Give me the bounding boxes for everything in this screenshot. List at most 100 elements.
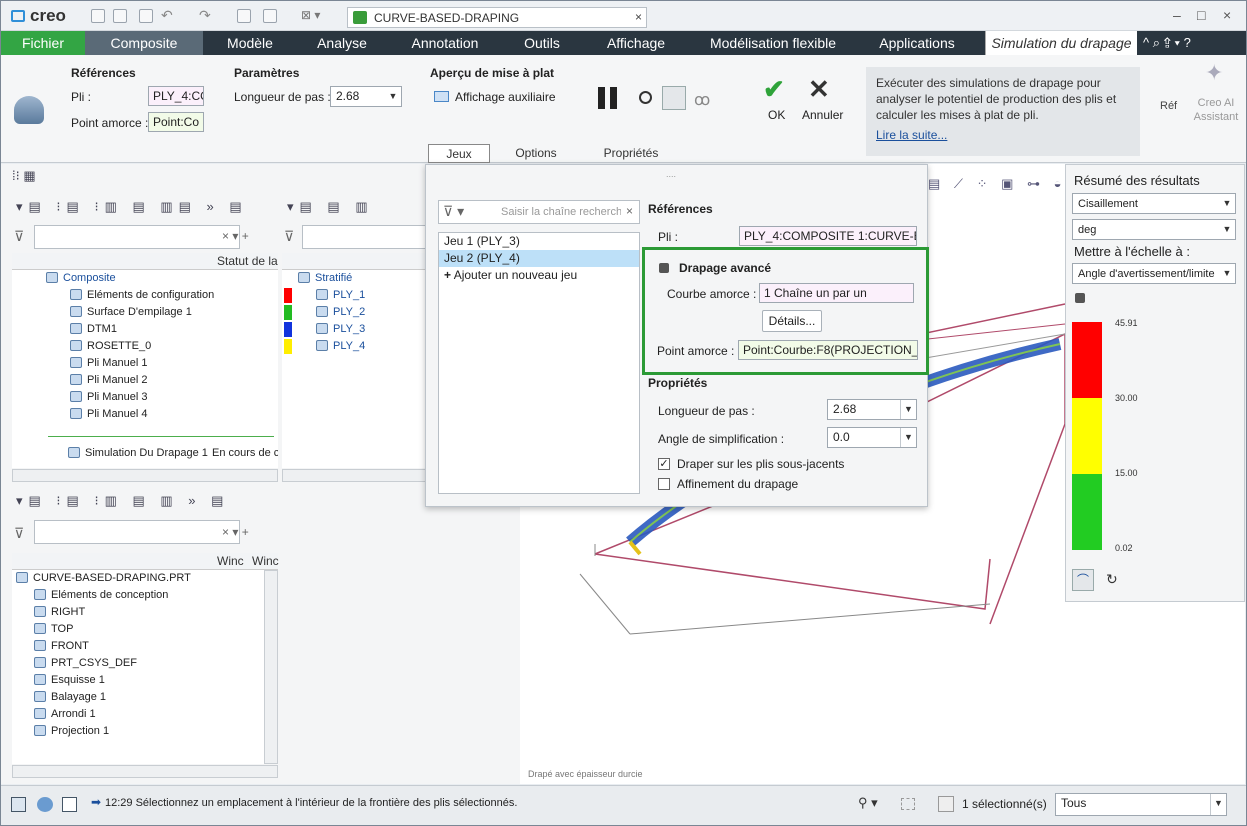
clear-search-icon[interactable]: × xyxy=(626,204,633,218)
stack-filter-icon[interactable]: ⊽ xyxy=(284,228,294,245)
model-tree-item[interactable]: PRT_CSYS_DEF xyxy=(12,655,264,672)
refresh-icon[interactable]: ↻ xyxy=(1106,571,1118,588)
set-search[interactable]: ⊽ ▾ Saisir la chaîne recherche × xyxy=(438,200,640,224)
angle-combo[interactable]: 0.0 ▼ xyxy=(827,427,917,448)
subtab-jeux[interactable]: Jeux xyxy=(428,144,490,163)
courbe-input[interactable]: 1 Chaîne un par un xyxy=(759,283,914,303)
subtab-options[interactable]: Options xyxy=(505,144,567,163)
dialog-longueur-combo[interactable]: 2.68 ▼ xyxy=(827,399,917,420)
browser-icon[interactable] xyxy=(37,797,53,812)
details-button[interactable]: Détails... xyxy=(762,310,822,332)
box-select-icon[interactable] xyxy=(901,798,915,810)
tab-applications[interactable]: Applications xyxy=(865,31,969,55)
new-file-icon[interactable] xyxy=(91,9,105,23)
model-tree-item[interactable]: FRONT xyxy=(12,638,264,655)
close-window-icon[interactable]: ⊠ ▾ xyxy=(301,8,320,22)
annuler-button[interactable]: Annuler xyxy=(802,108,843,122)
tab-composite[interactable]: Composite xyxy=(85,31,203,55)
ok-check-icon[interactable]: ✔ xyxy=(763,74,785,105)
graphics-toolbar[interactable]: ▤ ⟋ ⁘ ▣ ⊶ ◒ xyxy=(928,176,1066,192)
tree-item[interactable]: Eléments de configuration xyxy=(12,287,278,304)
stack-filter-input[interactable] xyxy=(302,225,426,249)
read-more-link[interactable]: Lire la suite... xyxy=(876,128,947,142)
cancel-x-icon[interactable]: ✕ xyxy=(808,74,830,105)
model-tree-item[interactable]: Esquisse 1 xyxy=(12,672,264,689)
deviation-icon[interactable] xyxy=(662,86,686,110)
tree-item[interactable]: ROSETTE_0 xyxy=(12,338,278,355)
dialog-pli-input[interactable]: PLY_4:COMPOSITE 1:CURVE-BAS xyxy=(739,226,917,246)
model-tree-item[interactable]: Eléments de conception xyxy=(12,587,264,604)
tree-item[interactable]: Composite xyxy=(12,270,278,287)
ai-sparkle-icon[interactable]: ✦ xyxy=(1205,60,1223,86)
h-scrollbar[interactable] xyxy=(12,469,278,482)
pli-input[interactable]: PLY_4:CO xyxy=(148,86,204,106)
ribbon-help-icons[interactable]: ^ ⌕ ⇪ ▾ ? xyxy=(1143,35,1191,51)
open-file-icon[interactable] xyxy=(113,9,127,23)
stack-toolbar[interactable]: ▾▤ ▤ ▥ xyxy=(287,199,374,215)
model-clear-icon[interactable]: × ▾ + xyxy=(222,525,249,539)
tab-modelisation-flexible[interactable]: Modélisation flexible xyxy=(695,31,851,55)
tree-item[interactable]: Pli Manuel 3 xyxy=(12,389,278,406)
tab-simulation-drapage[interactable]: Simulation du drapage xyxy=(985,31,1137,55)
set-filter-icon[interactable]: ⊽ ▾ xyxy=(443,203,464,220)
tab-fichier[interactable]: Fichier xyxy=(1,31,85,55)
tree-item[interactable]: Surface D'empilage 1 xyxy=(12,304,278,321)
regenerate-icon[interactable] xyxy=(237,9,251,23)
model-tree-item[interactable]: RIGHT xyxy=(12,604,264,621)
dialog-point-input[interactable]: Point:Courbe:F8(PROJECTION_1) xyxy=(738,340,918,360)
auxiliary-view-icon[interactable] xyxy=(434,91,449,102)
affichage-auxiliaire[interactable]: Affichage auxiliaire xyxy=(455,90,556,104)
tab-close-icon[interactable]: × xyxy=(635,10,642,24)
model-h-scrollbar[interactable] xyxy=(12,765,278,778)
dialog-grip[interactable]: .... xyxy=(666,169,676,179)
pause-icon[interactable] xyxy=(598,87,605,109)
metric-combo[interactable]: Cisaillement ▼ xyxy=(1072,193,1236,214)
document-tab[interactable]: CURVE-BASED-DRAPING × xyxy=(347,7,647,28)
model-tree-item[interactable]: Projection 1 xyxy=(12,723,264,740)
add-set-item[interactable]: + Ajouter un nouveau jeu xyxy=(439,267,639,284)
longueur-combo[interactable]: 2.68 ▼ xyxy=(330,86,402,107)
scale-combo[interactable]: Angle d'avertissement/limite ▼ xyxy=(1072,263,1236,284)
subtab-proprietes[interactable]: Propriétés xyxy=(590,144,672,163)
set-item-2[interactable]: Jeu 2 (PLY_4) xyxy=(439,250,639,267)
point-amorce-input[interactable]: Point:Co xyxy=(148,112,204,132)
draper-checkbox[interactable]: ✓ xyxy=(658,458,670,470)
ref-button[interactable]: Réf xyxy=(1160,100,1177,112)
find-icon[interactable]: ⚲ ▾ xyxy=(858,795,878,811)
clear-filter-icon[interactable]: × ▾ + xyxy=(222,229,249,243)
tab-affichage[interactable]: Affichage xyxy=(591,31,681,55)
draping-display-icon[interactable]: ⌒ xyxy=(1072,569,1094,591)
minimize-button[interactable]: – xyxy=(1173,7,1181,23)
fullscreen-icon[interactable] xyxy=(62,797,77,812)
ply-item[interactable]: PLY_3 xyxy=(282,321,426,338)
tree-item[interactable]: DTM1 xyxy=(12,321,278,338)
redo-icon[interactable]: ↷ xyxy=(199,7,211,24)
filter-input[interactable] xyxy=(34,225,240,249)
stop-icon[interactable] xyxy=(639,91,652,104)
close-button[interactable]: × xyxy=(1223,7,1231,23)
tab-modele[interactable]: Modèle xyxy=(205,31,295,55)
stratifie-node[interactable]: Stratifié xyxy=(282,270,426,287)
maximize-button[interactable]: □ xyxy=(1197,7,1205,23)
tab-outils[interactable]: Outils xyxy=(507,31,577,55)
tab-analyse[interactable]: Analyse xyxy=(297,31,387,55)
ply-item[interactable]: PLY_4 xyxy=(282,338,426,355)
model-filter-icon[interactable]: ⊽ xyxy=(14,525,24,542)
tree-item[interactable]: Pli Manuel 4 xyxy=(12,406,278,423)
ok-button[interactable]: OK xyxy=(768,108,785,122)
save-icon[interactable] xyxy=(139,9,153,23)
model-filter-input[interactable] xyxy=(34,520,240,544)
collapse-icon[interactable] xyxy=(659,263,669,273)
tree-item[interactable]: Pli Manuel 1 xyxy=(12,355,278,372)
tree-item[interactable]: Pli Manuel 2 xyxy=(12,372,278,389)
ply-item[interactable]: PLY_1 xyxy=(282,287,426,304)
model-toolbar[interactable]: ▾▤ ⁝▤ ⁝▥ ▤ ▥ » ▤ xyxy=(16,493,229,509)
model-v-scrollbar[interactable] xyxy=(264,570,278,764)
model-tree-item[interactable]: Arrondi 1 xyxy=(12,706,264,723)
model-tree-item[interactable]: CURVE-BASED-DRAPING.PRT xyxy=(12,570,264,587)
tab-annotation[interactable]: Annotation xyxy=(395,31,495,55)
unit-combo[interactable]: deg ▼ xyxy=(1072,219,1236,240)
model-tree-item[interactable]: TOP xyxy=(12,621,264,638)
windows-icon[interactable] xyxy=(263,9,277,23)
set-item-1[interactable]: Jeu 1 (PLY_3) xyxy=(439,233,639,250)
